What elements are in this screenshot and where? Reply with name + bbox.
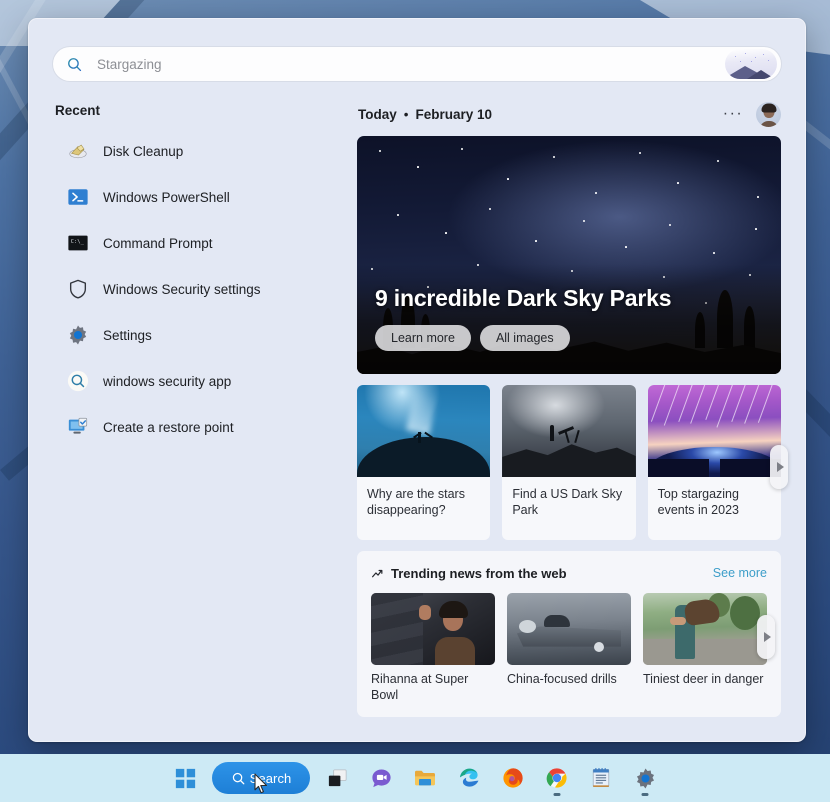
avatar-body (759, 120, 778, 127)
user-avatar[interactable] (756, 101, 781, 127)
today-separator: • (403, 106, 409, 122)
article-cards-row: Why are the stars disappearing? Find a U… (357, 385, 788, 540)
today-date: February 10 (415, 106, 493, 122)
night-sky-thumbnail-icon (725, 49, 777, 79)
recent-heading: Recent (55, 103, 101, 118)
hero-buttons: Learn more All images (375, 325, 570, 351)
powershell-icon (67, 186, 89, 208)
news-scroll-next-button[interactable] (757, 615, 775, 659)
gear-icon (67, 324, 89, 346)
article-card-caption: Find a US Dark Sky Park (512, 487, 623, 517)
all-images-button[interactable]: All images (479, 325, 570, 351)
article-card[interactable]: Why are the stars disappearing? (357, 385, 491, 540)
trending-news-section: Trending news from the web See more Riha… (357, 551, 781, 717)
recent-item-label: Command Prompt (103, 235, 213, 251)
shield-icon (67, 278, 89, 300)
trending-news-row: Rihanna at Super Bowl China-focused dril… (371, 593, 775, 703)
disk-cleanup-icon (67, 140, 89, 162)
running-indicator (641, 793, 649, 796)
hero-card[interactable]: 9 incredible Dark Sky Parks Learn more A… (357, 136, 781, 374)
deer-rescue-photo-image (643, 593, 767, 665)
person-on-peak-milky-way-image (357, 385, 491, 477)
recent-item-label: Create a restore point (103, 419, 234, 435)
trending-header: Trending news from the web See more (371, 564, 767, 582)
taskbar-item-task-view[interactable] (315, 758, 359, 798)
taskbar-item-start[interactable] (163, 758, 207, 798)
hero-scrim (357, 264, 781, 374)
search-input-value: Stargazing (97, 56, 162, 72)
rihanna-photo-image (371, 593, 495, 665)
see-more-link[interactable]: See more (713, 566, 767, 580)
hero-title: 9 incredible Dark Sky Parks (375, 285, 672, 311)
restore-point-icon (67, 416, 89, 438)
search-icon (231, 771, 246, 786)
mouse-cursor (254, 773, 269, 799)
taskbar-item-firefox[interactable] (491, 758, 535, 798)
command-prompt-icon: C:\_ (67, 232, 89, 254)
search-result-icon (67, 370, 89, 392)
search-input[interactable]: Stargazing (53, 47, 781, 81)
news-item[interactable]: Tiniest deer in danger (643, 593, 767, 703)
avatar-hair (761, 103, 776, 113)
recent-item-command-prompt[interactable]: C:\_ Command Prompt (53, 220, 357, 266)
search-icon (66, 56, 83, 73)
recent-item-windows-security-settings[interactable]: Windows Security settings (53, 266, 357, 312)
panel-body: Recent Disk Cleanup Windows PowerShell C… (29, 81, 805, 741)
desktop: Stargazing Recent Disk Cleanup Windows P… (0, 0, 830, 802)
recent-column: Recent Disk Cleanup Windows PowerShell C… (53, 81, 357, 741)
recent-item-label: Windows Security settings (103, 281, 261, 297)
recent-item-windows-security-app[interactable]: windows security app (53, 358, 357, 404)
taskbar-item-edge[interactable] (447, 758, 491, 798)
search-panel: Stargazing Recent Disk Cleanup Windows P… (28, 18, 806, 742)
recent-item-settings[interactable]: Settings (53, 312, 357, 358)
article-card-caption: Why are the stars disappearing? (367, 487, 465, 517)
running-indicator (553, 793, 561, 796)
trending-up-icon (371, 567, 384, 580)
recent-item-windows-powershell[interactable]: Windows PowerShell (53, 174, 357, 220)
purple-star-trails-image (647, 385, 781, 477)
recent-item-disk-cleanup[interactable]: Disk Cleanup (53, 128, 357, 174)
taskbar-item-file-explorer[interactable] (403, 758, 447, 798)
news-item-caption: China-focused drills (507, 672, 617, 686)
recent-item-label: Settings (103, 327, 152, 343)
learn-more-button[interactable]: Learn more (375, 325, 471, 351)
recent-item-label: Windows PowerShell (103, 189, 230, 205)
article-card[interactable]: Top stargazing events in 2023 (647, 385, 781, 540)
taskbar: Search (0, 754, 830, 802)
news-item-caption: Tiniest deer in danger (643, 672, 764, 686)
today-label: Today (358, 106, 397, 122)
svg-text:C:\_: C:\_ (71, 239, 85, 245)
recent-item-create-a-restore-point[interactable]: Create a restore point (53, 404, 357, 450)
article-card[interactable]: Find a US Dark Sky Park (502, 385, 636, 540)
more-options-button[interactable]: ··· (721, 103, 745, 125)
search-bar-container: Stargazing (29, 19, 805, 81)
taskbar-item-notepad[interactable] (579, 758, 623, 798)
chevron-right-icon (763, 632, 771, 642)
news-item[interactable]: China-focused drills (507, 593, 631, 703)
article-card-caption: Top stargazing events in 2023 (657, 487, 739, 517)
chevron-right-icon (776, 462, 784, 472)
taskbar-item-chrome[interactable] (535, 758, 579, 798)
stargazer-with-telescope-image (502, 385, 636, 477)
news-item-caption: Rihanna at Super Bowl (371, 672, 469, 702)
recent-item-label: Disk Cleanup (103, 143, 184, 159)
cards-scroll-next-button[interactable] (770, 445, 788, 489)
taskbar-item-settings[interactable] (623, 758, 667, 798)
taskbar-item-chat[interactable] (359, 758, 403, 798)
recent-item-label: windows security app (103, 373, 232, 389)
today-feed-column: Today • February 10 ··· 9 incredible Dar… (357, 81, 788, 741)
news-item[interactable]: Rihanna at Super Bowl (371, 593, 495, 703)
today-header: Today • February 10 ··· (357, 101, 781, 127)
taskbar-item-search[interactable]: Search (212, 762, 310, 794)
fighter-jet-photo-image (507, 593, 631, 665)
trending-title: Trending news from the web (391, 565, 567, 581)
